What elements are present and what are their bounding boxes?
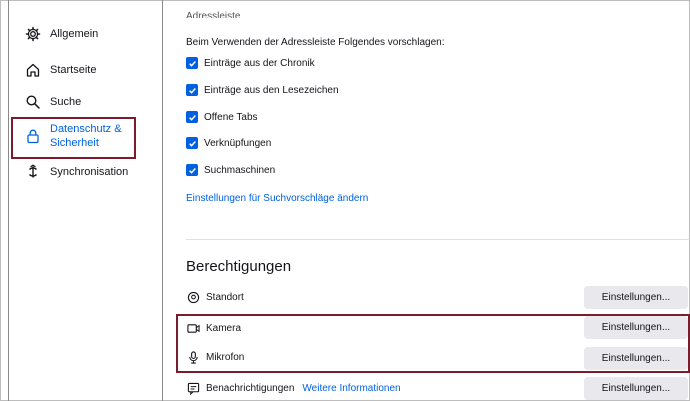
checkbox-row-lesezeichen[interactable]: Einträge aus den Lesezeichen <box>186 84 339 96</box>
checkbox-checked[interactable] <box>186 137 198 149</box>
checkbox-checked[interactable] <box>186 84 198 96</box>
benachrichtigungen-settings-button[interactable]: Einstellungen... <box>584 377 688 400</box>
checkbox-row-chronik[interactable]: Einträge aus der Chronik <box>186 57 315 69</box>
sidebar-item-label: Startseite <box>50 64 97 76</box>
standort-settings-button[interactable]: Einstellungen... <box>584 286 688 309</box>
sidebar-divider <box>162 0 163 401</box>
checkbox-checked[interactable] <box>186 111 198 123</box>
highlight-box-camera-microphone <box>176 314 690 373</box>
permission-label: Standort <box>206 291 244 303</box>
left-border-line <box>8 0 9 401</box>
checkbox-label: Einträge aus der Chronik <box>204 57 315 69</box>
checkbox-row-offene-tabs[interactable]: Offene Tabs <box>186 111 258 123</box>
sidebar-item-synchronisation[interactable]: Synchronisation <box>24 163 128 181</box>
sidebar-item-allgemein[interactable]: Allgemein <box>24 25 98 43</box>
sidebar-item-suche[interactable]: Suche <box>24 93 81 111</box>
checkbox-label: Verknüpfungen <box>204 137 272 149</box>
section-separator <box>186 239 690 240</box>
address-bar-intro: Beim Verwenden der Adressleiste Folgende… <box>186 37 445 48</box>
notification-icon <box>186 381 200 395</box>
checkbox-checked[interactable] <box>186 57 198 69</box>
highlight-box-datenschutz <box>11 117 136 159</box>
sidebar-item-label: Synchronisation <box>50 166 129 178</box>
suggestion-settings-link[interactable]: Einstellungen für Suchvorschläge ändern <box>186 193 368 204</box>
checkbox-row-verknuepfungen[interactable]: Verknüpfungen <box>186 137 271 149</box>
sync-icon <box>24 163 42 181</box>
permission-label: Benachrichtigungen <box>206 382 295 394</box>
sidebar-item-label: Suche <box>50 96 82 108</box>
location-icon <box>186 290 200 304</box>
sidebar-item-label: Allgemein <box>50 28 99 40</box>
permissions-title: Berechtigungen <box>186 258 292 275</box>
checkbox-label: Suchmaschinen <box>204 164 276 176</box>
permission-row-standort: Standort <box>186 290 244 304</box>
checkbox-checked[interactable] <box>186 164 198 176</box>
sidebar-item-startseite[interactable]: Startseite <box>24 61 96 79</box>
section-heading-address-bar: Adressleiste <box>186 11 241 18</box>
gear-icon <box>24 25 42 43</box>
permission-row-benachrichtigungen: Benachrichtigungen Weitere Informationen <box>186 381 401 395</box>
checkbox-label: Einträge aus den Lesezeichen <box>204 84 339 96</box>
checkbox-label: Offene Tabs <box>204 111 258 123</box>
more-info-link[interactable]: Weitere Informationen <box>302 383 400 394</box>
search-icon <box>24 93 42 111</box>
home-icon <box>24 61 42 79</box>
checkbox-row-suchmaschinen[interactable]: Suchmaschinen <box>186 164 275 176</box>
